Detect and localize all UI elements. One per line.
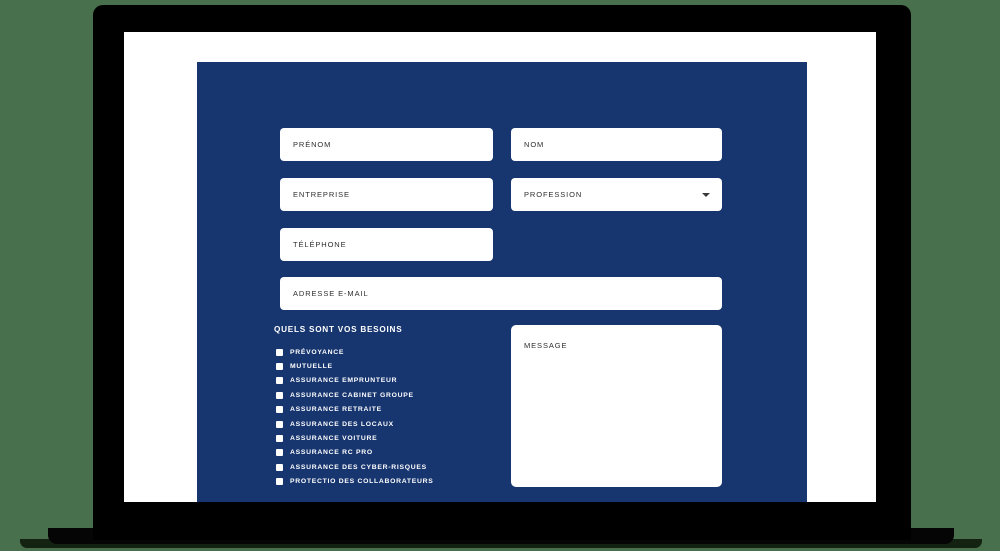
- message-placeholder: MESSAGE: [524, 341, 568, 350]
- chevron-down-icon[interactable]: [702, 192, 710, 197]
- message-textarea[interactable]: MESSAGE: [511, 325, 722, 487]
- checkbox-label: ASSURANCE DES CYBER-RISQUES: [290, 463, 427, 471]
- checkbox-label: ASSURANCE CABINET GROUPE: [290, 391, 414, 399]
- entreprise-placeholder: ENTREPRISE: [293, 190, 350, 199]
- checkbox-unchecked-icon[interactable]: [276, 406, 283, 414]
- profession-select[interactable]: PROFESSION: [511, 178, 722, 211]
- checkbox-unchecked-icon[interactable]: [276, 377, 283, 385]
- telephone-placeholder: TÉLÉPHONE: [293, 240, 347, 249]
- list-item[interactable]: PRÉVOYANCE: [274, 345, 499, 359]
- prenom-placeholder: PRÉNOM: [293, 140, 332, 149]
- entreprise-field[interactable]: ENTREPRISE: [280, 178, 493, 211]
- checkbox-label: ASSURANCE DES LOCAUX: [290, 420, 394, 428]
- checkbox-unchecked-icon[interactable]: [276, 463, 283, 471]
- list-item[interactable]: ASSURANCE DES CYBER-RISQUES: [274, 460, 499, 474]
- checkbox-unchecked-icon[interactable]: [276, 435, 283, 443]
- checkbox-label: MUTUELLE: [290, 363, 333, 371]
- contact-form-panel: PRÉNOM NOM ENTREPRISE PROFESSION TÉLÉPHO…: [197, 62, 807, 502]
- checkbox-unchecked-icon[interactable]: [276, 420, 283, 428]
- checkbox-label: ASSURANCE EMPRUNTEUR: [290, 377, 398, 385]
- list-item[interactable]: ASSURANCE RETRAITE: [274, 403, 499, 417]
- email-field[interactable]: ADRESSE E-MAIL: [280, 277, 722, 310]
- needs-checkbox-list: PRÉVOYANCE MUTUELLE ASSURANCE EMPRUNTEUR…: [274, 345, 499, 489]
- checkbox-unchecked-icon[interactable]: [276, 363, 283, 371]
- list-item[interactable]: ASSURANCE VOITURE: [274, 431, 499, 445]
- profession-placeholder: PROFESSION: [524, 190, 583, 199]
- list-item[interactable]: ASSURANCE RC PRO: [274, 446, 499, 460]
- list-item[interactable]: ASSURANCE EMPRUNTEUR: [274, 374, 499, 388]
- list-item[interactable]: ASSURANCE DES LOCAUX: [274, 417, 499, 431]
- list-item[interactable]: ASSURANCE CABINET GROUPE: [274, 388, 499, 402]
- checkbox-label: ASSURANCE RETRAITE: [290, 406, 382, 414]
- list-item[interactable]: MUTUELLE: [274, 359, 499, 373]
- screen-viewport: PRÉNOM NOM ENTREPRISE PROFESSION TÉLÉPHO…: [124, 32, 876, 502]
- nom-field[interactable]: NOM: [511, 128, 722, 161]
- email-placeholder: ADRESSE E-MAIL: [293, 289, 369, 298]
- checkbox-unchecked-icon[interactable]: [276, 478, 283, 486]
- nom-placeholder: NOM: [524, 140, 545, 149]
- checkbox-label: ASSURANCE RC PRO: [290, 449, 373, 457]
- checkbox-unchecked-icon[interactable]: [276, 348, 283, 356]
- needs-heading: QUELS SONT VOS BESOINS: [274, 325, 403, 334]
- list-item[interactable]: PROTECTIO DES COLLABORATEURS: [274, 475, 499, 489]
- checkbox-label: PROTECTIO DES COLLABORATEURS: [290, 478, 434, 486]
- telephone-field[interactable]: TÉLÉPHONE: [280, 228, 493, 261]
- checkbox-label: PRÉVOYANCE: [290, 348, 345, 356]
- checkbox-label: ASSURANCE VOITURE: [290, 435, 378, 443]
- checkbox-unchecked-icon[interactable]: [276, 449, 283, 457]
- checkbox-unchecked-icon[interactable]: [276, 391, 283, 399]
- needs-section: QUELS SONT VOS BESOINS PRÉVOYANCE MUTUEL…: [274, 325, 499, 489]
- prenom-field[interactable]: PRÉNOM: [280, 128, 493, 161]
